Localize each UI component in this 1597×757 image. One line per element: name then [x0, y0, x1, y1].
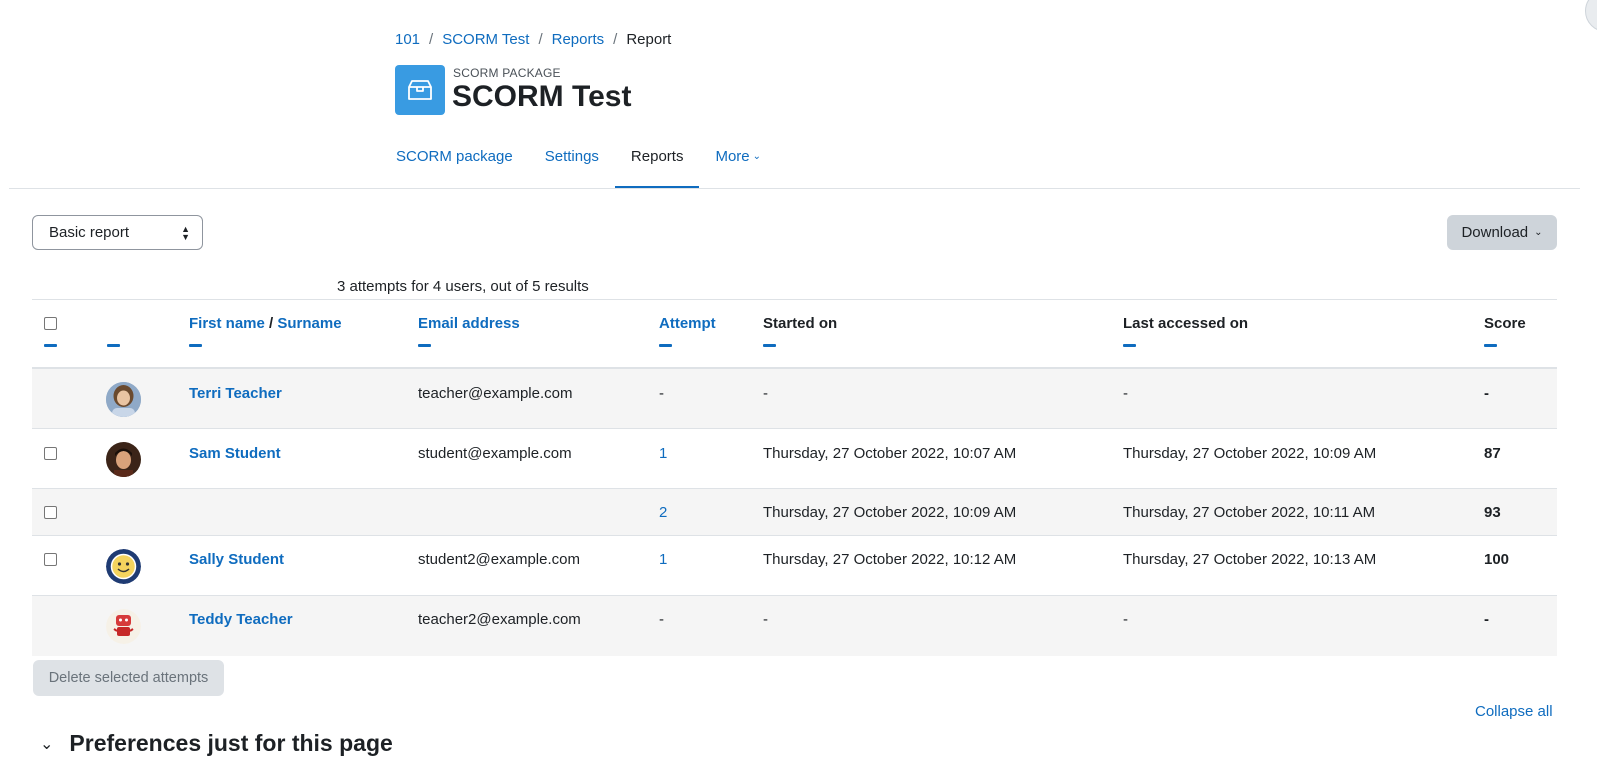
nav-divider	[9, 188, 1580, 189]
email-cell: teacher2@example.com	[418, 611, 581, 628]
tab-reports[interactable]: Reports	[614, 140, 700, 189]
email-cell: student2@example.com	[418, 551, 580, 568]
breadcrumb-separator: /	[613, 31, 618, 48]
started-cell: Thursday, 27 October 2022, 10:07 AM	[763, 445, 1017, 462]
header-score: Score	[1484, 315, 1526, 332]
sort-attempt-link[interactable]: Attempt	[659, 315, 716, 332]
user-name-link[interactable]: Sally Student	[189, 551, 284, 568]
tab-label: SCORM package	[396, 148, 513, 165]
score-cell: -	[1484, 385, 1489, 402]
started-cell: -	[763, 611, 768, 628]
sort-firstname-link[interactable]: First name	[189, 315, 265, 332]
chevron-down-icon: ⌄	[1534, 227, 1543, 238]
tab-scorm-package[interactable]: SCORM package	[380, 140, 529, 186]
started-cell: -	[763, 385, 768, 402]
started-cell: Thursday, 27 October 2022, 10:12 AM	[763, 551, 1017, 568]
report-type-value: Basic report	[49, 224, 130, 241]
collapse-column-icon[interactable]	[763, 344, 776, 347]
preferences-heading: Preferences just for this page	[69, 730, 393, 756]
started-cell: Thursday, 27 October 2022, 10:09 AM	[763, 504, 1017, 521]
breadcrumb-activity[interactable]: SCORM Test	[442, 31, 529, 48]
delete-selected-button[interactable]: Delete selected attempts	[33, 660, 224, 696]
breadcrumb-separator: /	[429, 31, 434, 48]
last-accessed-cell: Thursday, 27 October 2022, 10:09 AM	[1123, 445, 1377, 462]
download-label: Download	[1461, 224, 1529, 241]
sort-surname-link[interactable]: Surname	[277, 315, 341, 332]
download-button[interactable]: Download ⌄	[1447, 215, 1557, 250]
breadcrumb: 101 / SCORM Test / Reports / Report	[395, 31, 671, 48]
attempt-link[interactable]: 1	[659, 445, 667, 462]
user-avatar[interactable]	[106, 382, 141, 417]
table-row: 2 Thursday, 27 October 2022, 10:09 AM Th…	[32, 489, 1557, 536]
package-icon	[395, 65, 445, 115]
sort-email-link[interactable]: Email address	[418, 315, 520, 332]
collapse-column-icon[interactable]	[189, 344, 202, 347]
header-name: First name / Surname	[189, 315, 342, 332]
attempt-cell: -	[659, 385, 664, 402]
row-checkbox[interactable]	[44, 553, 57, 566]
attempt-cell: -	[659, 611, 664, 628]
tab-more[interactable]: More ⌄	[699, 140, 777, 186]
help-drawer-toggle[interactable]	[1585, 0, 1597, 32]
preferences-section-header[interactable]: ⌄ Preferences just for this page	[40, 730, 393, 757]
chevron-down-icon: ⌄	[40, 735, 54, 753]
breadcrumb-course[interactable]: 101	[395, 31, 420, 48]
module-type-label: SCORM PACKAGE	[453, 66, 561, 80]
results-summary: 3 attempts for 4 users, out of 5 results	[337, 278, 589, 295]
chevron-down-icon: ⌄	[752, 151, 762, 162]
tab-label: Reports	[630, 148, 684, 165]
collapse-column-icon[interactable]	[1484, 344, 1497, 347]
table-row: Terri Teacher teacher@example.com - - - …	[32, 369, 1557, 429]
header-started: Started on	[763, 315, 838, 332]
table-row: Sam Student student@example.com 1 Thursd…	[32, 429, 1557, 489]
score-cell: 93	[1484, 504, 1501, 521]
report-type-select[interactable]: Basic report ▲ ▼	[32, 215, 203, 250]
breadcrumb-current: Report	[626, 31, 672, 48]
table-header-row: First name / Surname Email address Attem…	[32, 299, 1557, 369]
user-avatar[interactable]	[106, 609, 141, 644]
table-row: Teddy Teacher teacher2@example.com - - -…	[32, 596, 1557, 656]
tab-label: More	[715, 148, 750, 165]
attempt-link[interactable]: 2	[659, 504, 667, 521]
secondary-navigation: SCORM package Settings Reports More ⌄	[380, 140, 777, 189]
collapse-column-icon[interactable]	[107, 344, 120, 347]
user-name-link[interactable]: Terri Teacher	[189, 385, 282, 402]
email-cell: teacher@example.com	[418, 385, 573, 402]
last-accessed-cell: -	[1123, 611, 1128, 628]
collapse-column-icon[interactable]	[418, 344, 431, 347]
page-title: SCORM Test	[452, 80, 632, 113]
row-checkbox[interactable]	[44, 506, 57, 519]
breadcrumb-reports[interactable]: Reports	[552, 31, 605, 48]
score-cell: 100	[1484, 551, 1510, 568]
row-checkbox[interactable]	[44, 447, 57, 460]
tab-settings[interactable]: Settings	[529, 140, 615, 186]
select-arrows-icon: ▲ ▼	[181, 224, 190, 242]
breadcrumb-separator: /	[538, 31, 543, 48]
last-accessed-cell: Thursday, 27 October 2022, 10:11 AM	[1123, 504, 1376, 521]
user-avatar[interactable]	[106, 549, 141, 584]
user-name-link[interactable]: Sam Student	[189, 445, 281, 462]
select-all-checkbox[interactable]	[44, 317, 57, 330]
score-cell: 87	[1484, 445, 1501, 462]
last-accessed-cell: Thursday, 27 October 2022, 10:13 AM	[1123, 551, 1377, 568]
name-separator: /	[269, 315, 274, 332]
user-name-link[interactable]: Teddy Teacher	[189, 611, 293, 628]
collapse-all-link[interactable]: Collapse all	[1475, 703, 1553, 720]
email-cell: student@example.com	[418, 445, 572, 462]
score-cell: -	[1484, 611, 1489, 628]
user-avatar[interactable]	[106, 442, 141, 477]
collapse-column-icon[interactable]	[659, 344, 672, 347]
tab-label: Settings	[544, 148, 599, 165]
header-last-accessed: Last accessed on	[1123, 315, 1249, 332]
attempt-link[interactable]: 1	[659, 551, 667, 568]
collapse-column-icon[interactable]	[1123, 344, 1136, 347]
last-accessed-cell: -	[1123, 385, 1128, 402]
table-row: Sally Student student2@example.com 1 Thu…	[32, 536, 1557, 596]
collapse-column-icon[interactable]	[44, 344, 57, 347]
